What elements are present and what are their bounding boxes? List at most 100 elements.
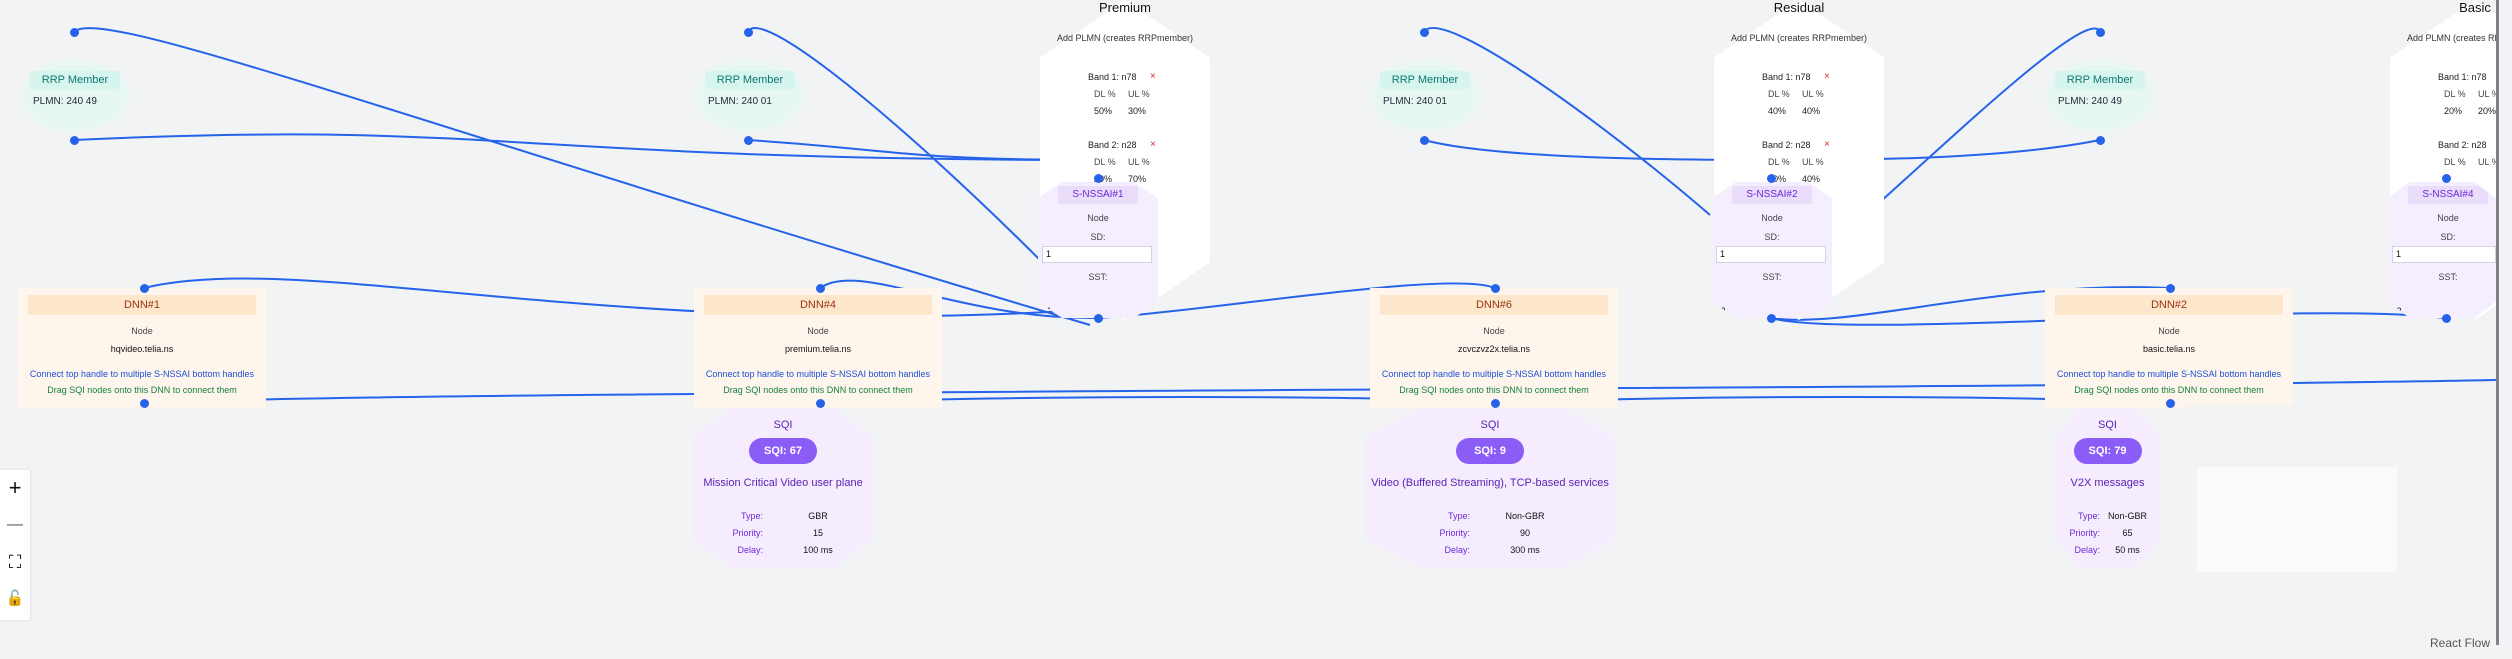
dl-label: DL % [1768, 89, 1790, 99]
dnn-top-handle[interactable] [2165, 283, 2175, 293]
minimap-viewport[interactable] [2197, 467, 2397, 572]
dnn-top-handle[interactable] [1490, 283, 1500, 293]
rrp-member-node[interactable]: RRP Member PLMN: 240 01 [1370, 60, 1480, 132]
dl-value[interactable]: 40% [1768, 106, 1786, 116]
dnn-node[interactable]: DNN#4 Node premium.telia.ns Connect top … [694, 288, 942, 408]
sqi-node[interactable]: SQI SQI: 79 V2X messages Type: Non-GBR Pr… [2055, 408, 2160, 568]
rrp-member-node[interactable]: RRP Member PLMN: 240 49 [2045, 60, 2155, 132]
dnn-title: DNN#4 [704, 295, 932, 315]
flow-canvas[interactable]: RRP Member PLMN: 240 49 RRP Member PLMN:… [0, 0, 2512, 659]
dnn-help-connect: Connect top handle to multiple S-NSSAI b… [1381, 369, 1607, 379]
rrp-top-handle[interactable] [69, 27, 79, 37]
rrp-member-title: RRP Member [1380, 71, 1470, 89]
s-nssai-node[interactable]: S-NSSAI#2 Node SD: 1 SST: *2 [1712, 182, 1832, 318]
s-nssai-title: S-NSSAI#2 [1732, 186, 1812, 204]
edge [747, 27, 1046, 266]
dnn-help-drag: Drag SQI nodes onto this DNN to connect … [2074, 385, 2264, 395]
rrp-top-handle[interactable] [2095, 27, 2105, 37]
rrp-member-plmn: PLMN: 240 01 [1383, 96, 1447, 107]
dnn-bottom-handle[interactable] [139, 398, 149, 408]
band-name: Band 1: n78 [2438, 72, 2487, 82]
sd-label: SD: [1764, 232, 1780, 242]
priority-value: 65 [2122, 528, 2133, 538]
ul-label: UL % [1802, 157, 1824, 167]
s-nssai-top-handle[interactable] [2441, 173, 2451, 183]
add-plmn-link[interactable]: Add PLMN (creates RRPmember) [1040, 33, 1210, 43]
s-nssai-node[interactable]: S-NSSAI#1 Node SD: 1 SST: *1 [1038, 182, 1158, 318]
vertical-scrollbar[interactable] [2496, 0, 2499, 645]
dl-value[interactable]: 20% [2444, 106, 2462, 116]
sd-input[interactable]: 1 [1042, 246, 1152, 263]
rrp-bottom-handle[interactable] [743, 135, 753, 145]
dnn-title: DNN#1 [28, 295, 256, 315]
dnn-node-label: Node [1483, 326, 1505, 336]
sd-label: SD: [1090, 232, 1106, 242]
dnn-bottom-handle[interactable] [2165, 398, 2175, 408]
sqi-title: SQI [2098, 419, 2117, 431]
type-value: Non-GBR [2107, 511, 2147, 521]
s-nssai-top-handle[interactable] [1766, 173, 1776, 183]
dnn-help-drag: Drag SQI nodes onto this DNN to connect … [47, 385, 237, 395]
edge [73, 133, 1105, 161]
dnn-top-handle[interactable] [139, 283, 149, 293]
dnn-node[interactable]: DNN#6 Node zcvczvz2x.telia.ns Connect to… [1370, 288, 1618, 408]
react-flow-attribution[interactable]: React Flow [2430, 636, 2490, 650]
dnn-node[interactable]: DNN#1 Node hqvideo.telia.ns Connect top … [18, 288, 266, 408]
band-name: Band 1: n78 [1762, 72, 1811, 82]
s-nssai-bottom-handle[interactable] [1766, 313, 1776, 323]
zoom-in-button[interactable]: + [0, 470, 30, 506]
lock-button[interactable]: 🔓 [0, 581, 30, 617]
sqi-node[interactable]: SQI SQI: 9 Video (Buffered Streaming), T… [1365, 408, 1615, 568]
sst-label: SST: [1088, 272, 1108, 282]
s-nssai-top-handle[interactable] [1093, 173, 1103, 183]
edge [1859, 27, 2101, 221]
remove-band-icon[interactable]: × [1150, 71, 1156, 82]
ul-label: UL % [1802, 89, 1824, 99]
sqi-node[interactable]: SQI SQI: 67 Mission Critical Video user … [693, 408, 873, 568]
slice-title: Basic [2459, 0, 2491, 15]
s-nssai-bottom-handle[interactable] [1093, 313, 1103, 323]
dnn-node-label: Node [807, 326, 829, 336]
dnn-node[interactable]: DNN#2 Node basic.telia.ns Connect top ha… [2045, 288, 2293, 408]
ul-value[interactable]: 40% [1802, 106, 1820, 116]
dl-value[interactable]: 50% [1094, 106, 1112, 116]
remove-band-icon[interactable]: × [1824, 71, 1830, 82]
rrp-member-node[interactable]: RRP Member PLMN: 240 01 [695, 60, 805, 132]
sqi-description: Mission Critical Video user plane [703, 477, 863, 489]
rrp-bottom-handle[interactable] [1419, 135, 1429, 145]
dnn-top-handle[interactable] [815, 283, 825, 293]
rrp-member-title: RRP Member [705, 71, 795, 89]
sd-label: SD: [2440, 232, 2456, 242]
sd-input[interactable]: 1 [2392, 246, 2496, 263]
dnn-bottom-handle[interactable] [815, 398, 825, 408]
ul-value[interactable]: 30% [1128, 106, 1146, 116]
fit-view-button[interactable]: ⛶ [0, 544, 30, 580]
ul-value[interactable]: 20% [2478, 106, 2496, 116]
add-plmn-link[interactable]: Add PLMN (creates RRPmember) [2390, 33, 2496, 43]
delay-value: 50 ms [2115, 545, 2140, 555]
minimap[interactable] [2185, 405, 2495, 635]
dl-label: DL % [2444, 157, 2466, 167]
rrp-member-node[interactable]: RRP Member PLMN: 240 49 [20, 60, 130, 132]
add-plmn-link[interactable]: Add PLMN (creates RRPmember) [1714, 33, 1884, 43]
rrp-top-handle[interactable] [1419, 27, 1429, 37]
band-name: Band 1: n78 [1088, 72, 1137, 82]
sd-input[interactable]: 1 [1716, 246, 1826, 263]
sst-label: SST: [2438, 272, 2458, 282]
s-nssai-bottom-handle[interactable] [2441, 313, 2451, 323]
rrp-top-handle[interactable] [743, 27, 753, 37]
zoom-out-button[interactable]: — [0, 507, 30, 543]
rrp-bottom-handle[interactable] [2095, 135, 2105, 145]
edge [143, 277, 1086, 318]
dnn-bottom-handle[interactable] [1490, 398, 1500, 408]
remove-band-icon[interactable]: × [1150, 139, 1156, 150]
s-nssai-node[interactable]: S-NSSAI#4 Node SD: 1 SST: *3 [2388, 182, 2496, 318]
dnn-name: basic.telia.ns [2142, 344, 2196, 354]
s-nssai-node-label: Node [1087, 213, 1109, 223]
type-value: Non-GBR [1505, 511, 1545, 521]
delay-value: 100 ms [803, 545, 833, 555]
ul-label: UL % [1128, 89, 1150, 99]
remove-band-icon[interactable]: × [1824, 139, 1830, 150]
ul-label: UL % [1128, 157, 1150, 167]
rrp-bottom-handle[interactable] [69, 135, 79, 145]
